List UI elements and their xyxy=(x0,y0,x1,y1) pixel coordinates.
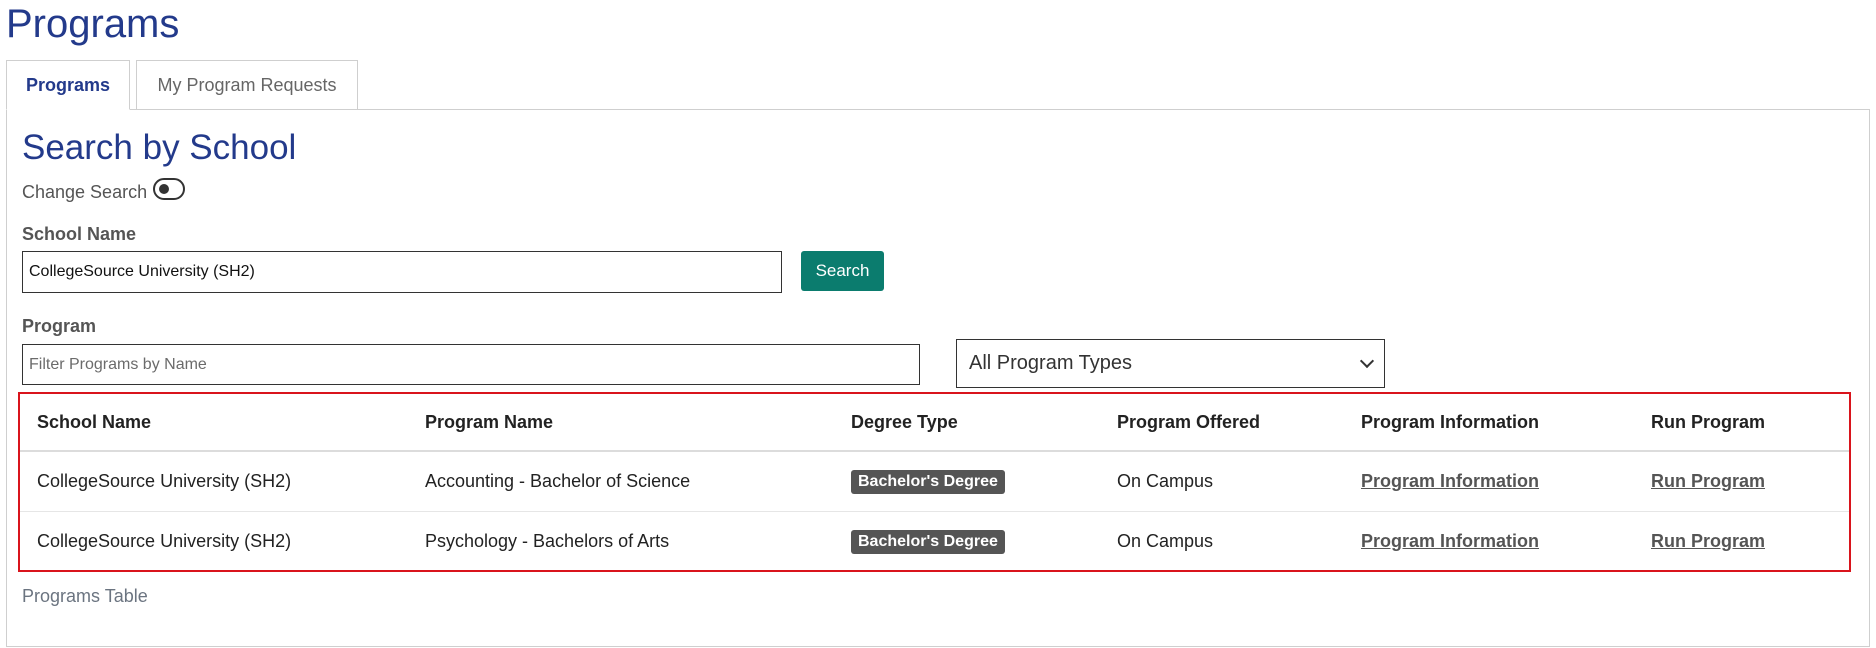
cell-school: CollegeSource University (SH2) xyxy=(37,531,292,551)
header-degree-type: Degree Type xyxy=(851,394,1117,452)
header-run-program: Run Program xyxy=(1651,394,1849,452)
cell-offered: On Campus xyxy=(1117,531,1214,551)
cell-program: Psychology - Bachelors of Arts xyxy=(425,531,670,551)
program-information-link[interactable]: Program Information xyxy=(1361,471,1539,491)
run-program-link[interactable]: Run Program xyxy=(1651,471,1765,491)
program-type-selected: All Program Types xyxy=(969,352,1133,374)
degree-badge: Bachelor's Degree xyxy=(851,529,1005,554)
school-name-label: School Name xyxy=(22,224,137,244)
header-program-information: Program Information xyxy=(1361,394,1651,452)
cell-program: Accounting - Bachelor of Science xyxy=(425,451,851,512)
program-type-select[interactable]: All Program Types xyxy=(956,339,1385,388)
header-program-name: Program Name xyxy=(425,394,851,452)
tab-bar: Programs My Program Requests xyxy=(6,60,358,110)
chevron-down-icon xyxy=(1359,353,1375,368)
table-caption: Programs Table xyxy=(22,586,148,606)
program-filter-input[interactable] xyxy=(22,344,920,385)
programs-table: School Name Program Name Degree Type Pro… xyxy=(18,392,1851,572)
header-school-name: School Name xyxy=(20,394,425,452)
search-button[interactable]: Search xyxy=(801,251,884,291)
program-label: Program xyxy=(22,316,97,336)
cell-school: CollegeSource University (SH2) xyxy=(20,451,425,512)
run-program-link[interactable]: Run Program xyxy=(1651,531,1765,551)
cell-offered: On Campus xyxy=(1117,451,1361,512)
header-program-offered: Program Offered xyxy=(1117,394,1361,452)
section-title: Search by School xyxy=(22,128,297,167)
program-information-link[interactable]: Program Information xyxy=(1361,531,1539,551)
degree-badge: Bachelor's Degree xyxy=(851,469,1005,494)
tab-programs[interactable]: Programs xyxy=(6,60,130,110)
toggle-switch-icon[interactable] xyxy=(153,177,186,200)
change-search: Change Search xyxy=(22,177,186,203)
school-name-input[interactable] xyxy=(22,251,782,293)
page-title: Programs xyxy=(6,2,180,46)
table-row: CollegeSource University (SH2) Psycholog… xyxy=(20,512,1849,572)
change-search-label: Change Search xyxy=(22,182,148,202)
tab-my-program-requests[interactable]: My Program Requests xyxy=(136,60,358,110)
table-header-row: School Name Program Name Degree Type Pro… xyxy=(20,394,1849,452)
table-row: CollegeSource University (SH2) Accountin… xyxy=(20,451,1849,512)
